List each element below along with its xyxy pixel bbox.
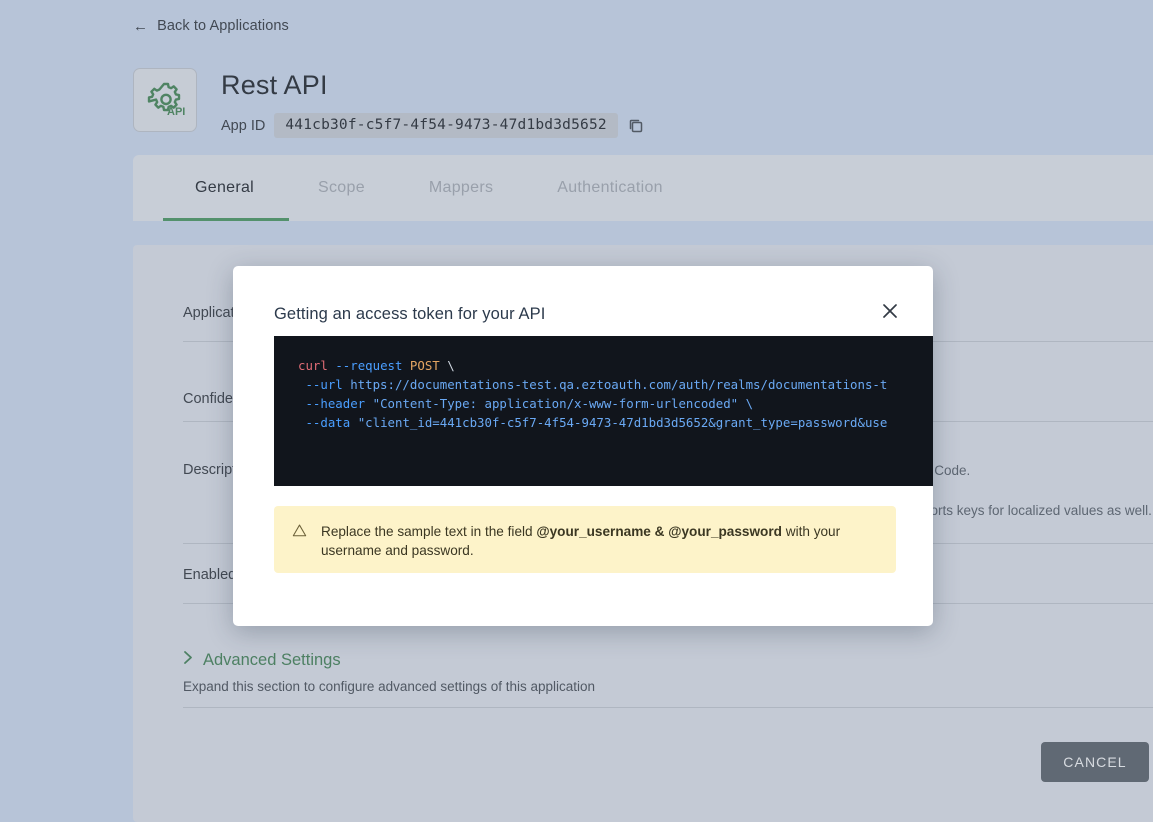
api-gear-icon: API xyxy=(133,68,197,132)
warning-triangle-icon xyxy=(292,523,307,557)
copy-app-id-icon[interactable] xyxy=(627,117,645,135)
app-id-row: App ID 441cb30f-c5f7-4f54-9473-47d1bd3d5… xyxy=(221,113,645,138)
tab-mappers[interactable]: Mappers xyxy=(397,155,525,221)
access-token-modal: Getting an access token for your API cur… xyxy=(233,266,933,626)
warning-text-bold: @your_username & @your_password xyxy=(536,524,782,539)
code-token-data-flag: --data xyxy=(298,415,358,430)
page-title: Rest API xyxy=(221,70,328,100)
row-divider xyxy=(183,707,1153,708)
close-icon[interactable] xyxy=(877,298,903,324)
code-token-header-value: "Content-Type: application/x-www-form-ur… xyxy=(372,396,754,411)
code-token-url-value: https://documentations-test.qa.eztoauth.… xyxy=(350,377,888,392)
code-token-data-value: "client_id=441cb30f-c5f7-4f54-9473-47d1b… xyxy=(357,415,888,430)
api-icon-text: API xyxy=(167,106,185,118)
code-token-line1-tail: \ xyxy=(439,358,455,373)
field-hint-localized: ports keys for localized values as well. xyxy=(923,503,1152,518)
code-token-header-flag: --header xyxy=(298,396,373,411)
modal-title: Getting an access token for your API xyxy=(274,305,546,323)
app-id-label: App ID xyxy=(221,117,266,134)
tab-bar: General Scope Mappers Authentication xyxy=(133,155,1153,221)
advanced-settings-subtitle: Expand this section to configure advance… xyxy=(183,679,596,694)
warning-banner: Replace the sample text in the field @yo… xyxy=(274,506,896,573)
curl-code-block[interactable]: curl --request POST \ --url https://docu… xyxy=(274,336,933,486)
cancel-button[interactable]: CANCEL xyxy=(1041,742,1149,782)
tab-authentication[interactable]: Authentication xyxy=(525,155,695,221)
warning-text-prefix: Replace the sample text in the field xyxy=(321,524,537,539)
code-token-post: POST xyxy=(409,358,440,373)
arrow-left-icon: ← xyxy=(133,17,149,35)
advanced-settings-title: Advanced Settings xyxy=(203,650,341,669)
back-link-label: Back to Applications xyxy=(157,18,289,34)
chevron-right-icon xyxy=(183,650,194,670)
back-to-applications-link[interactable]: ← Back to Applications xyxy=(133,18,289,34)
code-token-curl: curl xyxy=(298,358,336,373)
code-token-request-flag: --request xyxy=(335,358,410,373)
code-token-url-flag: --url xyxy=(298,377,351,392)
tab-general[interactable]: General xyxy=(163,155,286,221)
tab-scope[interactable]: Scope xyxy=(286,155,397,221)
app-id-value: 441cb30f-c5f7-4f54-9473-47d1bd3d5652 xyxy=(274,113,618,138)
application-header: API Rest API App ID 441cb30f-c5f7-4f54-9… xyxy=(133,68,645,138)
advanced-settings-section[interactable]: Advanced Settings Expand this section to… xyxy=(183,650,596,695)
